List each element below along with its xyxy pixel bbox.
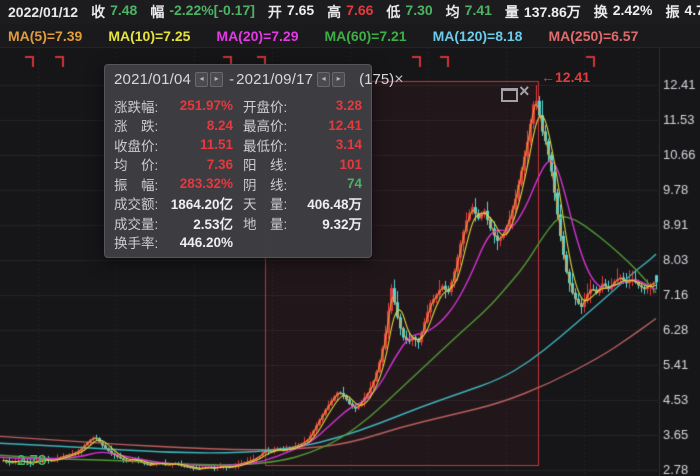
stat-row: 最低价: 3.14 xyxy=(243,137,362,154)
header-fields: 收 7.48 幅 -2.22%[-0.17] 开 7.65 高 7.66 低 7.30 均 7.41 量… xyxy=(91,2,700,22)
range-start-next-button[interactable]: ▸ xyxy=(210,72,224,87)
range-end-next-button[interactable]: ▸ xyxy=(332,72,346,87)
quote-field: 开 7.65 xyxy=(267,2,315,20)
quote-field: 幅 -2.22%[-0.17] xyxy=(150,2,255,20)
stat-row: 天 量: 406.48万 xyxy=(243,197,362,213)
popup-right-column: 开盘价: 3.28 最高价: 12.41 最低价: 3.14 阳 线: 101 阴 线: 74 天 … xyxy=(243,96,362,252)
range-end-date: 2021/09/17 xyxy=(236,71,314,88)
ma-legend-item: MA(60)=7.21 xyxy=(324,27,407,44)
quote-field: 低 7.30 xyxy=(386,2,433,20)
stat-row: 最高价: 12.41 xyxy=(243,117,362,135)
low-price-annotation: ←2.78 xyxy=(2,452,47,469)
stat-row: 涨 跌: 8.24 xyxy=(114,117,233,135)
stat-row: 成交额: 1864.20亿 xyxy=(114,197,233,213)
range-start-arrows: ◂ ▸ xyxy=(195,72,224,87)
stat-row: 成交量: 2.53亿 xyxy=(114,216,233,232)
range-separator: - xyxy=(229,71,235,88)
selection-restore-icon[interactable] xyxy=(501,88,518,102)
range-end-prev-button[interactable]: ◂ xyxy=(317,72,331,87)
stat-row: 换手率: 446.20% xyxy=(114,234,233,252)
range-day-count: (175) xyxy=(359,71,395,88)
quote-field: 高 7.66 xyxy=(327,2,374,20)
quote-bar: 2022/01/12 收 7.48 幅 -2.22%[-0.17] 开 7.65 高 7.66… xyxy=(0,0,700,24)
popup-left-column: 涨跌幅: 251.97% 涨 跌: 8.24 收盘价: 11.51 均 价: 7.36 振 幅:… xyxy=(114,96,233,252)
ma-bar: MA(5)=7.39 MA(10)=7.25 MA(20)=7.29 MA(60)=7… xyxy=(0,24,700,48)
stat-row: 阴 线: 74 xyxy=(243,176,362,193)
stat-row: 均 价: 7.36 xyxy=(114,156,233,174)
ma-legend-item: MA(10)=7.25 xyxy=(108,27,191,44)
stat-row: 涨跌幅: 251.97% xyxy=(114,98,233,115)
range-start-prev-button[interactable]: ◂ xyxy=(195,72,209,87)
stat-row: 阳 线: 101 xyxy=(243,156,362,174)
quote-date: 2022/01/12 xyxy=(8,4,79,20)
quote-field: 均 7.41 xyxy=(445,2,492,20)
stat-row: 开盘价: 3.28 xyxy=(243,98,362,115)
selection-close-icon[interactable]: × xyxy=(519,82,530,100)
ma-legend-item: MA(20)=7.29 xyxy=(216,27,299,44)
quote-field: 换 2.42% xyxy=(593,2,653,20)
range-stats-popup: 2021/01/04 ◂ ▸ - 2021/09/17 ◂ ▸ (175) × … xyxy=(104,64,404,258)
stat-row: 收盘价: 11.51 xyxy=(114,137,233,154)
stat-row: 振 幅: 283.32% xyxy=(114,176,233,193)
ma-legend-item: MA(120)=8.18 xyxy=(432,27,523,44)
quote-field: 量 137.86万 xyxy=(504,4,581,20)
range-stats-popup-header: 2021/01/04 ◂ ▸ - 2021/09/17 ◂ ▸ (175) × xyxy=(105,65,404,94)
popup-close-icon[interactable]: × xyxy=(394,71,403,89)
range-stats-body: 涨跌幅: 251.97% 涨 跌: 8.24 收盘价: 11.51 均 价: 7.36 振 幅:… xyxy=(105,94,371,252)
high-price-annotation: ←12.41 xyxy=(541,69,591,85)
range-start-date: 2021/01/04 xyxy=(114,71,192,88)
ma-legend-item: MA(250)=6.57 xyxy=(548,27,639,44)
quote-field: 振4.71% xyxy=(665,2,700,20)
ma-legend-item: MA(5)=7.39 xyxy=(8,27,83,44)
range-end-arrows: ◂ ▸ xyxy=(317,72,346,87)
stat-row: 地 量: 9.32万 xyxy=(243,216,362,232)
quote-field: 收 7.48 xyxy=(91,2,138,20)
